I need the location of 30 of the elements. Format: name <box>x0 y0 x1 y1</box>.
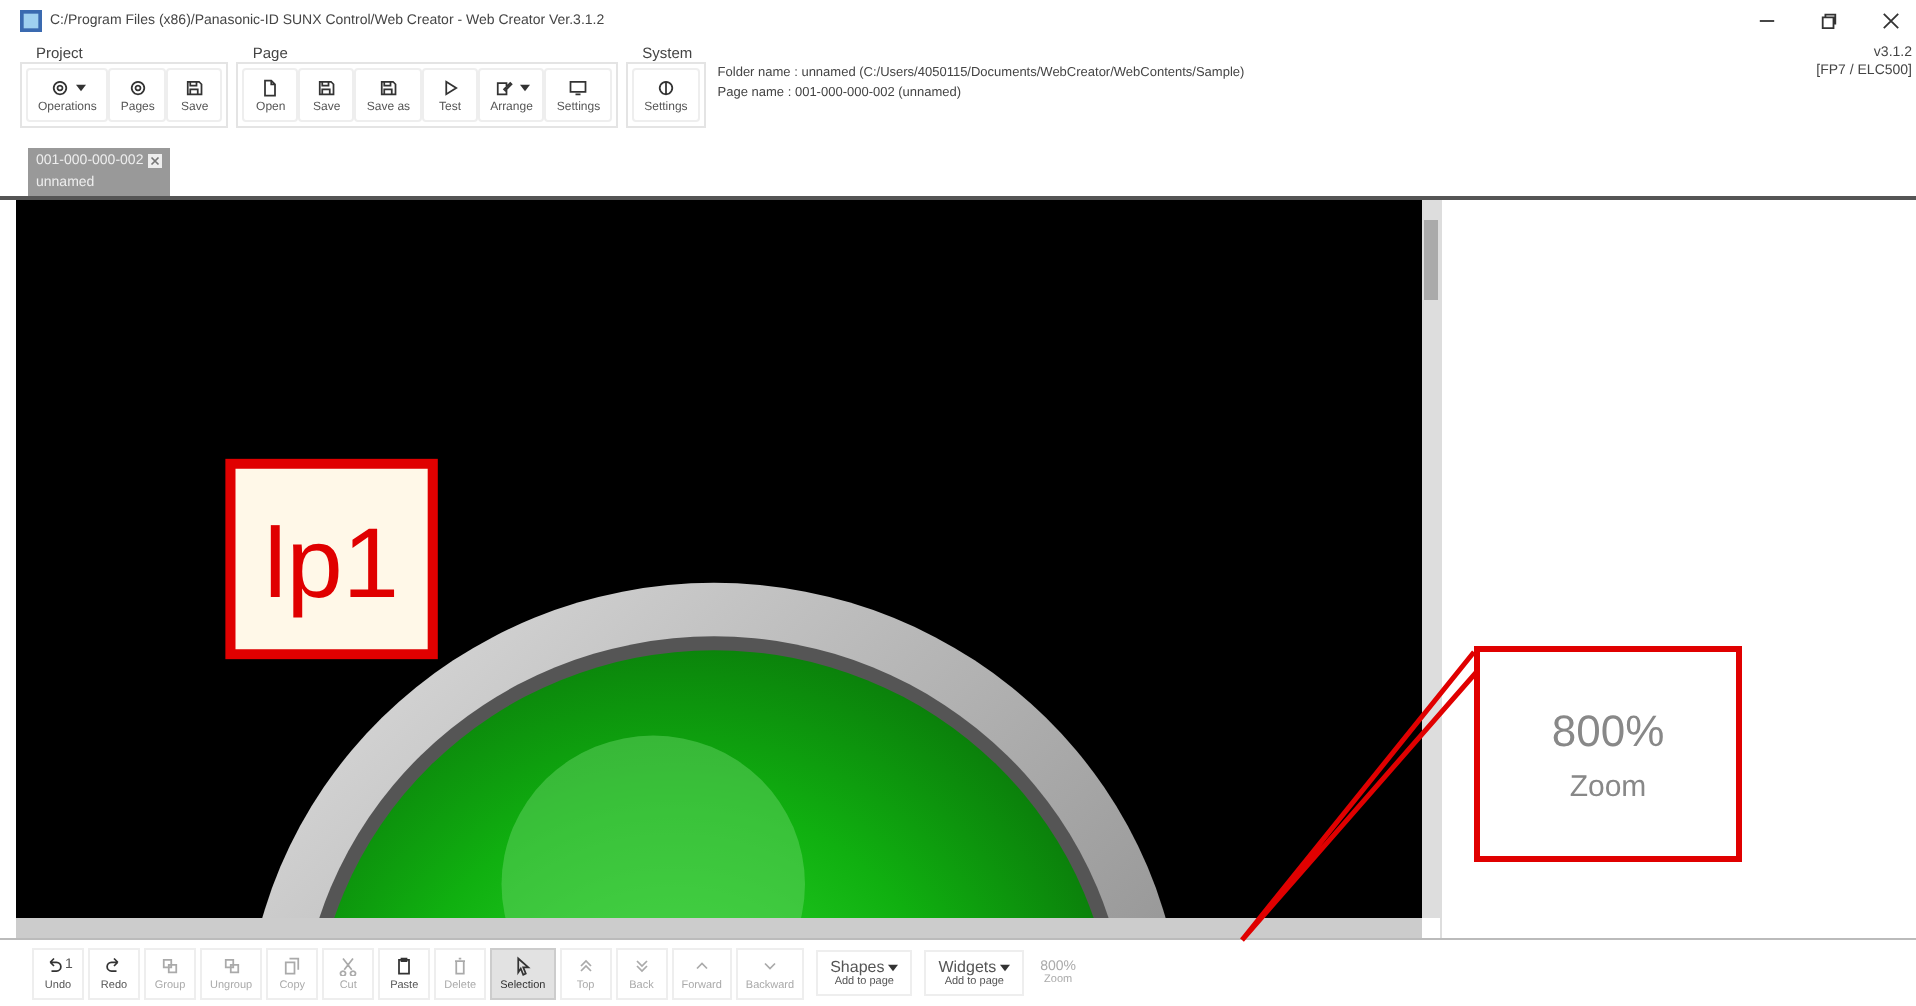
callout-zoom-value: 800% <box>1551 705 1665 757</box>
app-icon <box>20 9 42 31</box>
restore-icon[interactable] <box>1820 11 1838 29</box>
scissors-icon <box>338 955 359 975</box>
trash-icon <box>450 955 471 975</box>
monitor-icon <box>568 78 589 98</box>
play-icon <box>440 78 461 98</box>
group-icon <box>221 955 242 975</box>
paste-icon <box>394 955 415 975</box>
close-icon[interactable] <box>1882 11 1900 29</box>
copy-icon <box>282 955 303 975</box>
edit-icon <box>493 78 514 98</box>
vertical-scrollbar[interactable] <box>1422 200 1440 918</box>
gear-icon <box>49 78 70 98</box>
save-icon <box>378 78 399 98</box>
contrast-icon <box>655 78 676 98</box>
save-icon <box>316 78 337 98</box>
pointer-icon <box>512 955 533 975</box>
canvas-drawing: lp1 <box>16 200 1422 918</box>
group-icon <box>160 955 180 975</box>
save-icon <box>184 78 205 98</box>
double-down-icon <box>631 955 652 975</box>
double-up-icon <box>575 955 596 975</box>
redo-icon <box>104 955 124 975</box>
callout-zoom-caption: Zoom <box>1569 769 1647 803</box>
caret-icon <box>1000 963 1011 971</box>
gear-icon <box>127 78 148 98</box>
horizontal-scrollbar[interactable] <box>16 918 1422 938</box>
page-icon <box>260 78 281 98</box>
caret-icon <box>888 963 899 971</box>
